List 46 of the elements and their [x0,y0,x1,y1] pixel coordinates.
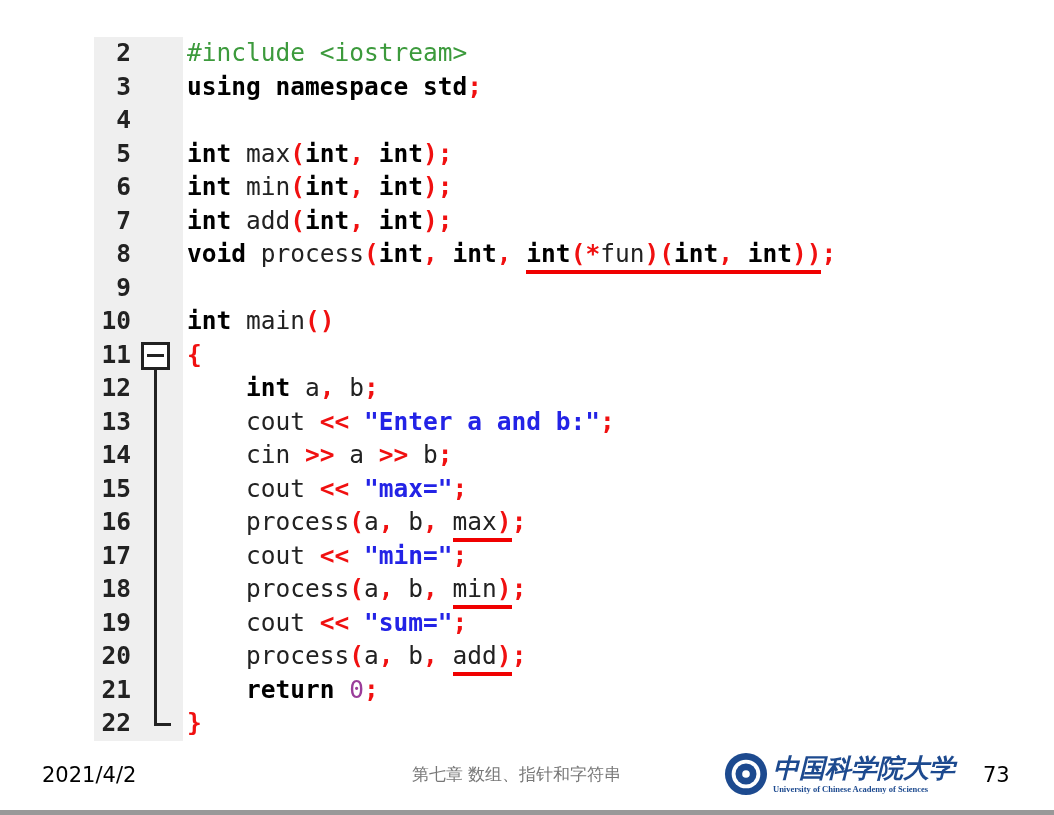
line-number: 13 [101,405,131,438]
code-line: int add(int, int); [187,204,453,237]
code-line: cout << "min="; [245,539,468,572]
code-line: cout << "Enter a and b:"; [245,405,615,438]
code-line: cin >> a >> b; [245,439,453,472]
line-number: 8 [116,238,131,271]
code-line: { [187,338,202,371]
code-line: process(a, b, min); [187,571,527,609]
code-line: void process(int, int, int(*fun)(int, int)); [187,236,837,274]
code-line: cout << "max="; [245,472,468,505]
code-line: return 0; [245,673,379,706]
line-number: 3 [116,70,131,103]
line-number: 20 [101,640,131,673]
line-number: 14 [101,439,131,472]
line-number: 5 [116,137,131,170]
code-line: cout << "sum="; [245,606,468,639]
line-number: 15 [101,472,131,505]
line-number: 11 [101,338,131,371]
university-emblem-icon [724,752,768,796]
code-line: process(a, b, max); [187,504,527,542]
line-number: 17 [101,539,131,572]
line-number: 22 [101,707,131,740]
line-number: 4 [116,104,131,137]
line-number: 9 [116,271,131,304]
chapter-title: 第七章 数组、指针和字符串 [412,763,622,786]
code-line: #include <iostream> [187,37,468,70]
line-number: 21 [101,673,131,706]
code-line: using namespace std; [187,70,483,103]
line-number: 6 [116,171,131,204]
line-number: 18 [101,573,131,606]
university-name-english: University of Chinese Academy of Sciences [773,783,930,795]
slide-date: 2021/4/2 [42,762,137,789]
line-number: 2 [116,37,131,70]
line-number: 7 [116,204,131,237]
line-number: 16 [101,506,131,539]
fold-toggle-icon[interactable] [141,341,170,370]
line-number: 19 [101,606,131,639]
code-line: int min(int, int); [187,171,453,204]
code-line: int max(int, int); [187,137,453,170]
code-line: } [187,707,202,740]
line-number: 10 [101,305,131,338]
code-line: int main() [187,305,335,338]
code-line: process(a, b, add); [187,638,527,676]
code-line: int a, b; [245,372,379,405]
page-number: 73 [983,762,1010,789]
line-number: 12 [101,372,131,405]
